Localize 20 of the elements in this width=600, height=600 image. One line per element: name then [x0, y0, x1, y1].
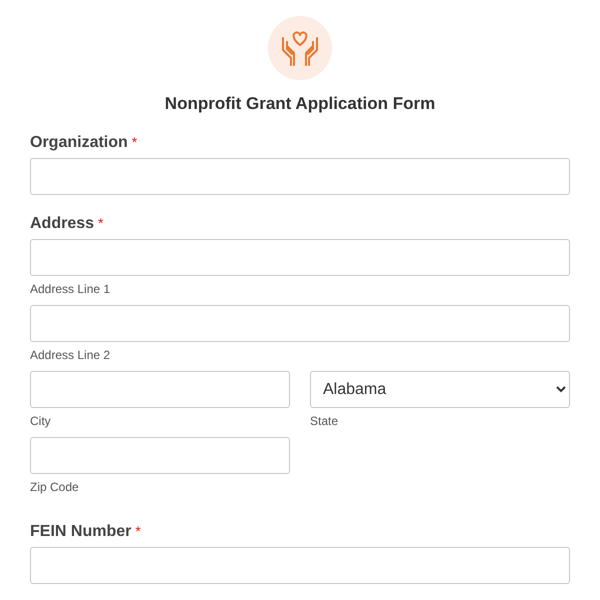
city-input[interactable]	[30, 371, 290, 408]
field-label: Organization	[30, 134, 128, 152]
address-line-input[interactable]	[30, 305, 570, 342]
field-sublabel: Address Line 1	[30, 282, 112, 296]
field-sublabel: City	[30, 414, 52, 428]
address-line-input[interactable]	[30, 239, 570, 276]
form-title: Nonprofit Grant Application Form	[164, 94, 436, 114]
field-label: Address	[30, 215, 94, 233]
field-sublabel: State	[310, 414, 340, 428]
required-mark: *	[98, 215, 104, 231]
field-sublabel: Address Line 2	[30, 348, 112, 362]
field-label: FEIN Number	[30, 523, 132, 541]
field-sublabel: Zip Code	[30, 480, 80, 494]
heart-hands-icon	[279, 29, 321, 67]
state-select[interactable]: Alabama	[310, 371, 570, 408]
text-input[interactable]	[30, 547, 570, 584]
required-mark: *	[132, 134, 138, 150]
required-mark: *	[135, 523, 141, 539]
text-input[interactable]	[30, 158, 570, 195]
zip-input[interactable]	[30, 437, 290, 474]
